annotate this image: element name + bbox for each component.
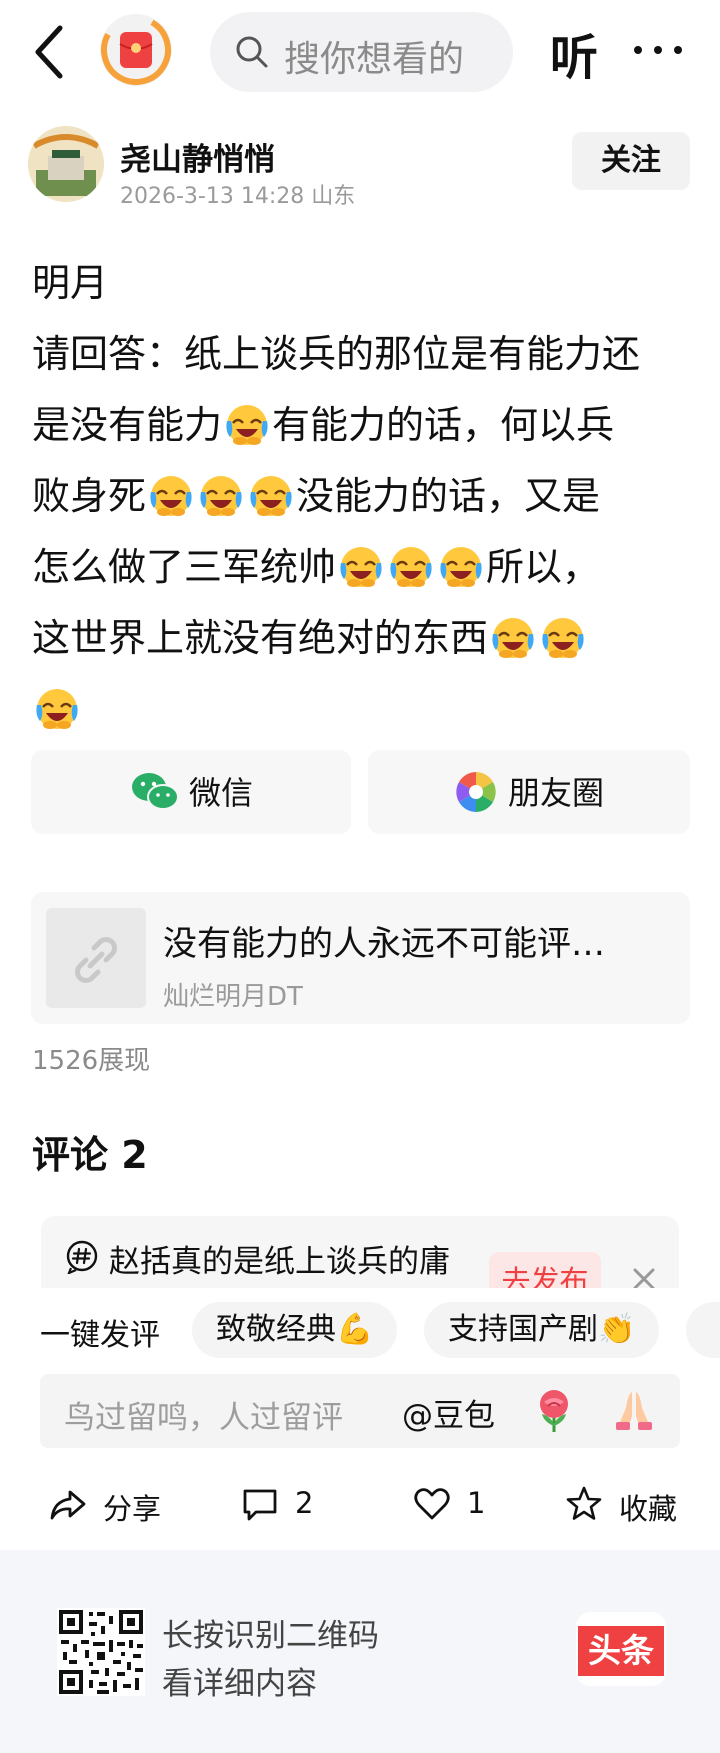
favorite-label: 收藏	[619, 1492, 678, 1526]
moments-aperture-icon	[456, 772, 496, 812]
share-wechat-label: 微信	[189, 774, 254, 812]
post-text: 这世界上就没有绝对的东西	[32, 616, 489, 660]
red-packet-app-icon[interactable]	[100, 14, 172, 86]
link-thumbnail	[46, 908, 146, 1008]
qr-footer: 长按识别二维码 看详细内容 头条	[0, 1550, 720, 1753]
laugh-cry-emoji-icon	[149, 474, 193, 518]
qr-subinstruction: 看详细内容	[162, 1666, 317, 1702]
share-wechat-button[interactable]: 微信	[31, 750, 351, 834]
comment-action[interactable]: 2	[240, 1484, 330, 1524]
post-line	[32, 674, 692, 745]
favorite-action[interactable]: 收藏	[564, 1484, 694, 1526]
post-text: 怎么做了三军统帅	[32, 545, 337, 589]
view-count: 1526展现	[32, 1046, 151, 1076]
post-line: 怎么做了三军统帅 所以，	[32, 532, 692, 603]
linked-article-card[interactable]: 没有能力的人永远不可能评… 灿烂明月DT	[31, 892, 690, 1024]
comments-heading: 评论 2	[32, 1133, 148, 1177]
post-line: 明月	[32, 261, 109, 305]
laugh-cry-emoji-icon	[249, 474, 293, 518]
search-bar[interactable]: 搜你想看的	[210, 12, 513, 92]
hashtag-text: 赵括真的是纸上谈兵的庸	[109, 1244, 450, 1280]
share-moments-button[interactable]: 朋友圈	[368, 750, 690, 834]
laugh-cry-emoji-icon	[225, 403, 269, 447]
praying-hands-emoji-icon[interactable]	[610, 1386, 658, 1434]
post-text: 没能力的话，又是	[296, 474, 601, 518]
quick-comment-chip[interactable]: 致敬经典💪	[192, 1302, 398, 1358]
hashtag-icon	[66, 1240, 98, 1274]
comment-bubble-icon	[243, 1489, 277, 1521]
quick-comment-chip[interactable]: 支持国产剧👏	[424, 1302, 660, 1358]
post-line: 是没有能力 有能力的话，何以兵	[32, 390, 692, 461]
post-text: 所以，	[486, 545, 601, 589]
share-action[interactable]: 分享	[48, 1484, 178, 1526]
post-line: 这世界上就没有绝对的东西	[32, 603, 692, 674]
link-title: 没有能力的人永远不可能评…	[163, 924, 605, 964]
quick-comment-label: 一键发评	[40, 1318, 160, 1353]
post-text: 有能力的话，何以兵	[272, 403, 615, 447]
heart-icon	[414, 1488, 450, 1520]
laugh-cry-emoji-icon	[439, 545, 483, 589]
mention-doubao-button[interactable]: @豆包	[402, 1390, 495, 1435]
qr-instruction: 长按识别二维码	[162, 1618, 379, 1654]
share-arrow-icon	[50, 1490, 86, 1520]
laugh-cry-emoji-icon	[541, 616, 585, 660]
listen-button[interactable]: 听	[550, 18, 598, 88]
link-chain-icon	[75, 937, 117, 983]
comment-input[interactable]: 鸟过留鸣，人过留评 @豆包	[40, 1374, 680, 1448]
laugh-cry-emoji-icon	[339, 545, 383, 589]
more-options-icon[interactable]	[632, 44, 684, 56]
share-action-label: 分享	[103, 1492, 162, 1526]
post-text: 是没有能力	[32, 403, 223, 447]
comment-count: 2	[295, 1486, 314, 1520]
toutiao-logo: 头条	[576, 1612, 666, 1686]
laugh-cry-emoji-icon	[389, 545, 433, 589]
link-source: 灿烂明月DT	[163, 982, 303, 1012]
post-timestamp-location: 2026-3-13 14:28 山东	[120, 184, 356, 209]
laugh-cry-emoji-icon	[491, 616, 535, 660]
share-moments-label: 朋友圈	[508, 774, 605, 812]
follow-button[interactable]: 关注	[572, 132, 690, 190]
toutiao-logo-text: 头条	[578, 1626, 664, 1676]
laugh-cry-emoji-icon	[35, 687, 79, 731]
author-avatar[interactable]	[28, 126, 104, 202]
back-arrow-icon[interactable]	[30, 22, 70, 82]
post-content: 明月 请回答：纸上谈兵的那位是有能力还 是没有能力 有能力的话，何以兵 败身死 没能…	[32, 248, 692, 745]
comment-placeholder: 鸟过留鸣，人过留评	[64, 1400, 343, 1436]
post-line: 败身死 没能力的话，又是	[32, 461, 692, 532]
search-placeholder: 搜你想看的	[284, 39, 465, 80]
like-action[interactable]: 1	[412, 1484, 502, 1524]
author-name[interactable]: 尧山静悄悄	[120, 134, 275, 179]
wechat-icon	[132, 773, 179, 810]
qr-code[interactable]	[57, 1608, 145, 1696]
laugh-cry-emoji-icon	[199, 474, 243, 518]
like-count: 1	[467, 1486, 486, 1520]
rose-emoji-icon[interactable]	[530, 1386, 578, 1434]
post-line: 请回答：纸上谈兵的那位是有能力还	[32, 332, 641, 376]
post-text: 败身死	[32, 474, 147, 518]
star-icon	[566, 1486, 602, 1520]
search-icon	[236, 36, 268, 68]
